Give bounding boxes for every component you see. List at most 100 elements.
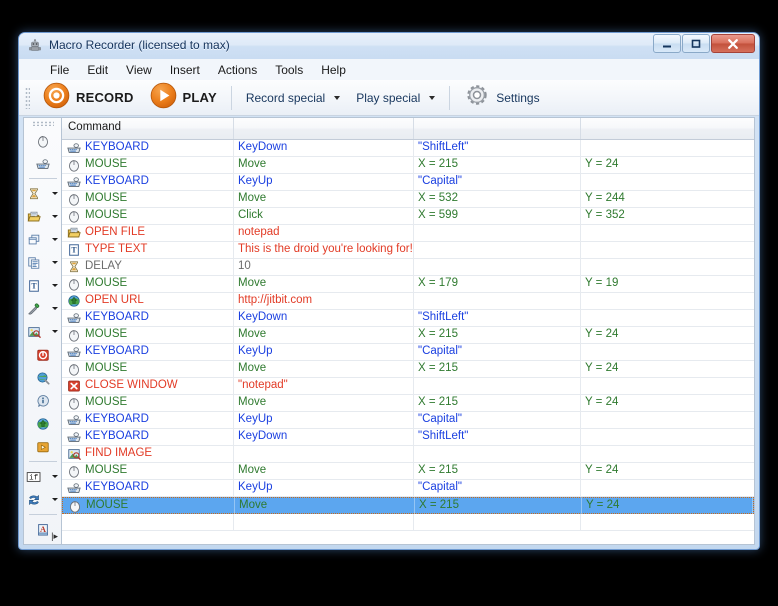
table-row[interactable]: MOUSE Move X = 215 Y = 24 — [62, 156, 754, 174]
table-row-empty[interactable] — [62, 513, 754, 531]
cell-param2: Y = 24 — [581, 463, 754, 480]
menu-item-actions[interactable]: Actions — [209, 61, 266, 79]
cell-action-text: Move — [238, 328, 267, 341]
table-row[interactable]: KEYBOARD KeyUp "Capital" — [62, 479, 754, 497]
cell-param2: Y = 24 — [581, 361, 754, 378]
column-header-param2[interactable] — [581, 118, 754, 139]
table-row[interactable]: OPEN URL http://jitbit.com — [62, 292, 754, 310]
menu-item-insert[interactable]: Insert — [161, 61, 209, 79]
command-label: KEYBOARD — [85, 430, 149, 443]
menu-item-tools[interactable]: Tools — [266, 61, 312, 79]
menu-item-edit[interactable]: Edit — [78, 61, 117, 79]
mouse-icon — [66, 464, 82, 478]
minimize-button[interactable] — [653, 34, 681, 53]
table-row[interactable]: CLOSE WINDOW "notepad" — [62, 377, 754, 395]
sidebar-item-run[interactable] — [25, 435, 61, 458]
window-controls — [653, 34, 755, 53]
title-bar: Macro Recorder (licensed to max) — [19, 33, 759, 59]
table-row[interactable]: FIND IMAGE — [62, 445, 754, 463]
cell-action: KeyDown — [234, 428, 414, 446]
table-row[interactable]: KEYBOARD KeyUp "Capital" — [62, 173, 754, 191]
toolbar-grip[interactable] — [25, 86, 30, 109]
menu-item-file[interactable]: File — [41, 61, 78, 79]
chevron-down-icon — [52, 330, 58, 333]
sidebar-item-loop[interactable] — [24, 488, 61, 511]
record-icon — [43, 82, 70, 114]
sidebar-item-globe[interactable] — [25, 366, 61, 389]
keyboard-icon — [35, 158, 50, 169]
record-special-dropdown[interactable]: Record special — [238, 83, 348, 113]
cell-param2 — [581, 140, 754, 157]
cell-action: KeyDown — [234, 140, 414, 157]
cell-action: KeyUp — [234, 411, 414, 429]
cell-param2: Y = 24 — [582, 497, 753, 514]
settings-button[interactable]: Settings — [456, 83, 547, 113]
play-button[interactable]: PLAY — [142, 82, 225, 113]
chevron-down-icon — [429, 95, 436, 100]
sidebar-item-type-text[interactable]: T — [24, 274, 61, 297]
sidebar-separator-1 — [28, 178, 57, 179]
command-label: KEYBOARD — [85, 311, 149, 324]
table-row[interactable]: MOUSE Move X = 215 Y = 24 — [62, 360, 754, 378]
chevron-down-icon — [52, 475, 58, 478]
table-row[interactable]: OPEN FILE notepad — [62, 224, 754, 242]
cell-command: FIND IMAGE — [62, 445, 234, 463]
maximize-button[interactable] — [682, 34, 710, 53]
play-special-label: Play special — [356, 90, 421, 105]
toolbar-separator-1 — [230, 85, 232, 110]
info-icon — [37, 394, 49, 407]
sidebar-item-color-picker[interactable] — [24, 297, 61, 320]
table-row[interactable]: MOUSE Move X = 179 Y = 19 — [62, 275, 754, 293]
table-row[interactable]: MOUSE Move X = 532 Y = 244 — [62, 190, 754, 208]
cell-param1: "Capital" — [414, 479, 581, 497]
sidebar-item-clipboard[interactable] — [24, 251, 61, 274]
table-row[interactable]: KEYBOARD KeyUp "Capital" — [62, 343, 754, 361]
table-row[interactable]: KEYBOARD KeyDown "ShiftLeft" — [62, 428, 754, 446]
cell-param1-text: "ShiftLeft" — [418, 430, 469, 443]
table-row[interactable]: MOUSE Move X = 215 Y = 24 — [62, 462, 754, 480]
loop-icon — [29, 494, 39, 505]
menu-item-view[interactable]: View — [117, 61, 161, 79]
sidebar-item-open-file[interactable] — [24, 205, 61, 228]
command-label: DELAY — [85, 260, 122, 273]
command-label: MOUSE — [85, 362, 128, 375]
sidebar-item-window[interactable] — [24, 228, 61, 251]
cell-action-text: This is the droid you're looking for! — [238, 243, 413, 256]
menu-item-help[interactable]: Help — [312, 61, 355, 79]
sidebar-item-open-url[interactable] — [25, 412, 61, 435]
column-header-action[interactable] — [234, 118, 414, 139]
sidebar-item-find-image[interactable] — [24, 320, 61, 343]
cell-empty — [581, 514, 754, 531]
table-row[interactable]: MOUSE Move X = 215 Y = 24 — [62, 497, 754, 514]
cell-action: KeyUp — [234, 479, 414, 497]
close-button[interactable] — [711, 34, 755, 53]
table-row[interactable]: KEYBOARD KeyDown "ShiftLeft" — [62, 140, 754, 157]
column-header-command[interactable]: Command — [62, 118, 234, 139]
play-special-dropdown[interactable]: Play special — [348, 83, 443, 113]
command-label: MOUSE — [85, 277, 128, 290]
sidebar-item-keyboard[interactable] — [25, 152, 61, 175]
record-button[interactable]: RECORD — [35, 82, 142, 114]
svg-text:T: T — [31, 281, 37, 290]
sidebar-expand-button[interactable]: |▸ — [24, 531, 61, 542]
sidebar-item-info[interactable] — [25, 389, 61, 412]
table-row[interactable]: MOUSE Move X = 215 Y = 24 — [62, 326, 754, 344]
run-icon — [36, 441, 49, 452]
table-row[interactable]: KEYBOARD KeyUp "Capital" — [62, 411, 754, 429]
mouse-icon — [66, 396, 82, 410]
table-row[interactable]: KEYBOARD KeyDown "ShiftLeft" — [62, 309, 754, 327]
sidebar-grip[interactable] — [31, 121, 54, 126]
cell-param1: X = 532 — [414, 190, 581, 208]
sidebar-item-stop[interactable] — [25, 343, 61, 366]
sidebar-item-delay[interactable] — [24, 182, 61, 205]
sidebar-item-if-condition[interactable]: if — [24, 465, 61, 488]
sidebar-item-mouse[interactable] — [25, 129, 61, 152]
cell-param2 — [581, 225, 754, 242]
cell-param2-text: Y = 19 — [585, 277, 619, 290]
table-row[interactable]: DELAY 10 — [62, 258, 754, 276]
cell-command: MOUSE — [63, 497, 235, 514]
table-row[interactable]: MOUSE Click X = 599 Y = 352 — [62, 207, 754, 225]
table-row[interactable]: MOUSE Move X = 215 Y = 24 — [62, 394, 754, 412]
table-row[interactable]: T TYPE TEXT This is the droid you're looki… — [62, 241, 754, 259]
column-header-param1[interactable] — [414, 118, 581, 139]
